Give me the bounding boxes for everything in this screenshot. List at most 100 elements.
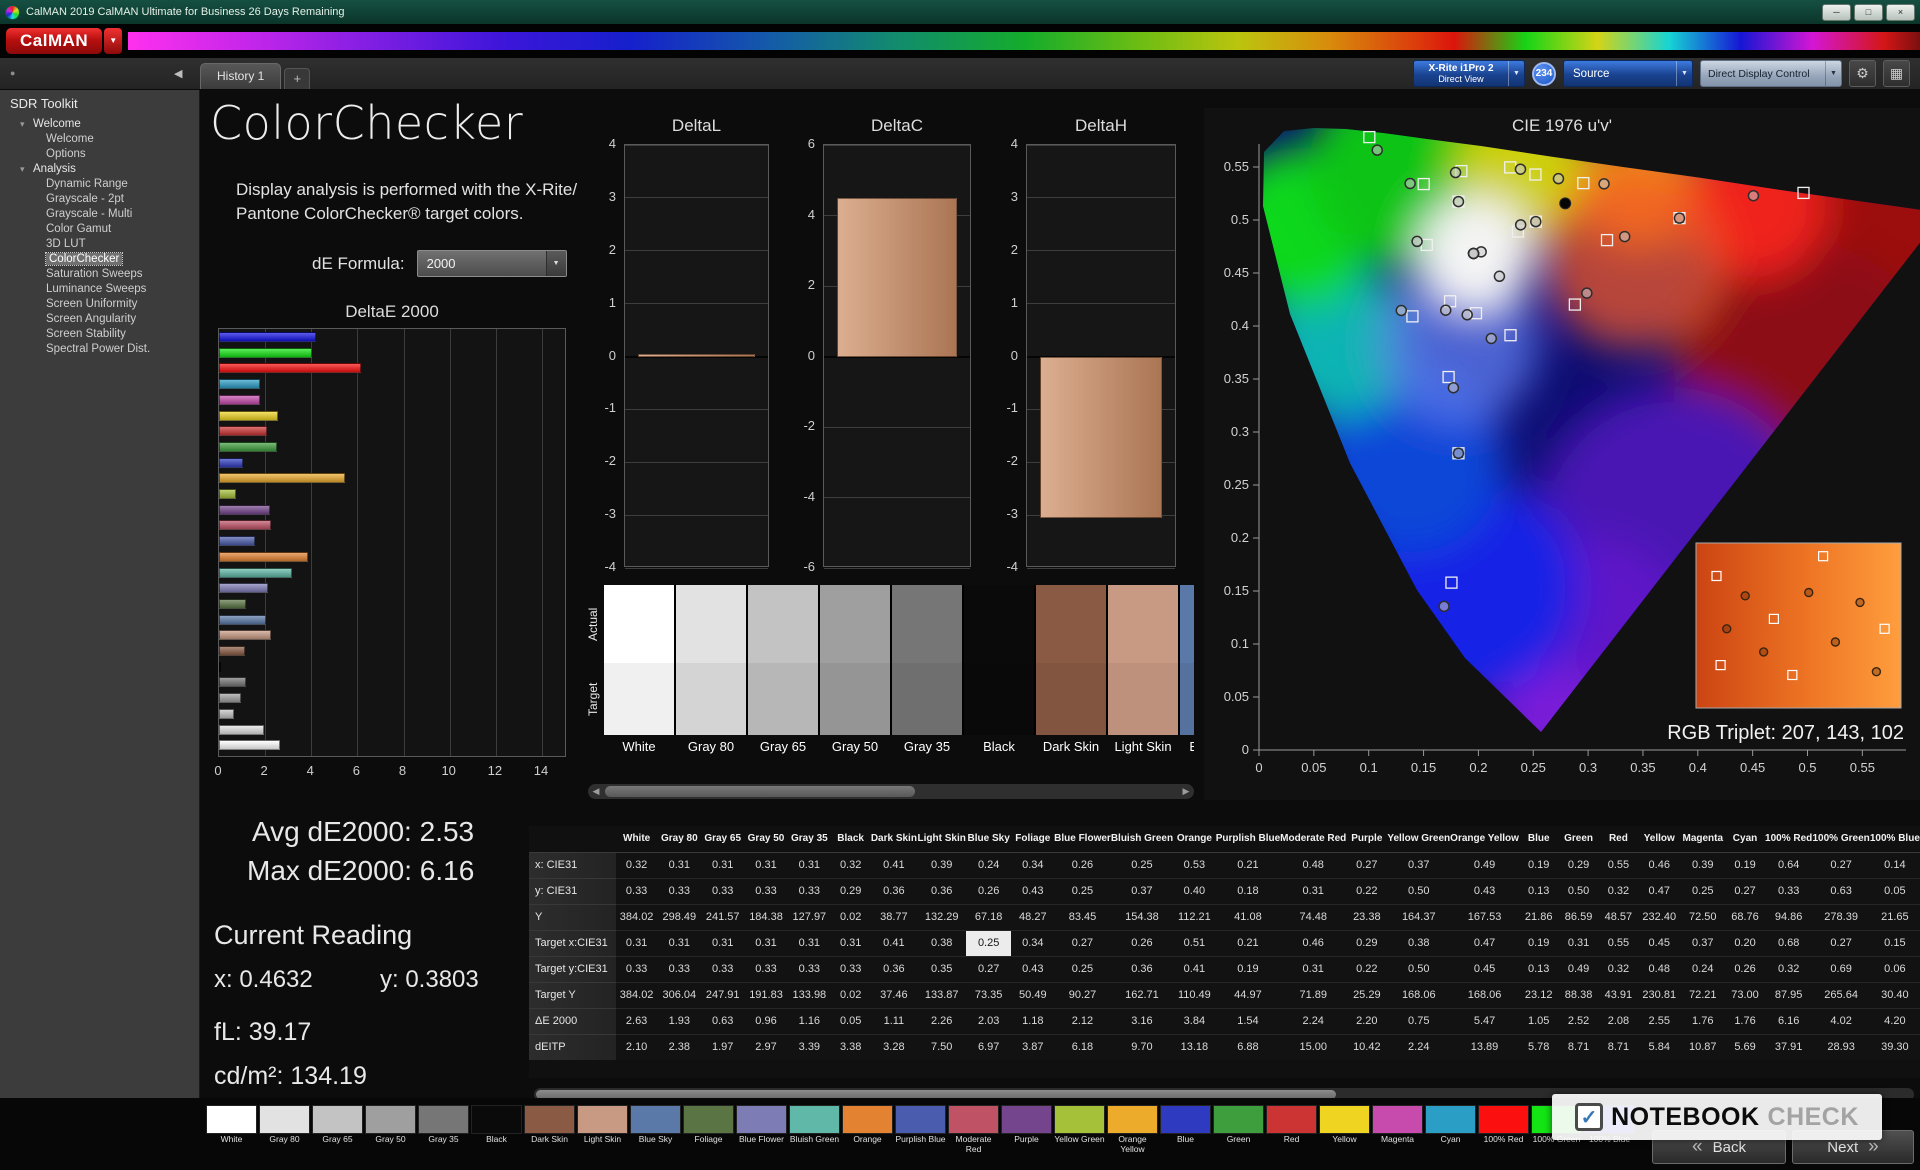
value-cell[interactable]: 0.31 xyxy=(657,929,701,956)
value-cell[interactable]: 21.65 xyxy=(1869,903,1920,930)
value-cell[interactable]: 0.13 xyxy=(1518,955,1559,982)
value-cell[interactable]: 2.12 xyxy=(1054,1007,1111,1034)
value-cell[interactable]: 15.00 xyxy=(1280,1033,1347,1060)
value-cell[interactable]: 0.19 xyxy=(1725,851,1765,878)
value-cell[interactable]: 0.22 xyxy=(1346,877,1388,904)
value-cell[interactable]: 164.37 xyxy=(1387,903,1451,930)
value-cell[interactable]: 0.31 xyxy=(744,929,788,956)
add-tab-button[interactable]: + xyxy=(284,68,311,89)
value-cell[interactable]: 0.32 xyxy=(1598,877,1639,904)
value-cell[interactable]: 0.35 xyxy=(917,955,966,982)
value-cell[interactable]: 0.49 xyxy=(1450,851,1519,878)
value-cell[interactable]: 9.70 xyxy=(1110,1033,1174,1060)
value-cell[interactable]: 0.34 xyxy=(1011,929,1055,956)
value-cell[interactable]: 384.02 xyxy=(615,981,658,1008)
value-cell[interactable]: 68.76 xyxy=(1725,903,1765,930)
value-cell[interactable]: 87.95 xyxy=(1764,981,1813,1008)
value-cell[interactable]: 88.38 xyxy=(1558,981,1599,1008)
value-cell[interactable]: 0.32 xyxy=(615,851,658,878)
value-cell[interactable]: 0.37 xyxy=(1680,929,1726,956)
value-cell[interactable]: 2.55 xyxy=(1638,1007,1681,1034)
sidebar-item-options[interactable]: Options xyxy=(0,147,199,162)
value-cell[interactable]: 4.02 xyxy=(1812,1007,1870,1034)
value-cell[interactable]: 6.18 xyxy=(1054,1033,1111,1060)
swatch-scrollbar-thumb[interactable] xyxy=(605,786,915,797)
value-cell[interactable]: 0.49 xyxy=(1558,955,1599,982)
value-cell[interactable]: 0.26 xyxy=(1725,955,1765,982)
value-cell[interactable]: 0.26 xyxy=(1110,929,1174,956)
value-cell[interactable]: 0.50 xyxy=(1558,877,1599,904)
value-cell[interactable]: 1.93 xyxy=(657,1007,701,1034)
value-cell[interactable]: 0.33 xyxy=(657,877,701,904)
sidebar-item-grayscale-2pt[interactable]: Grayscale - 2pt xyxy=(0,192,199,207)
sidebar-section-analysis[interactable]: ▾ Analysis xyxy=(0,162,199,177)
value-cell[interactable]: 0.55 xyxy=(1598,929,1639,956)
value-cell[interactable]: 0.25 xyxy=(1110,851,1174,878)
value-cell[interactable]: 1.16 xyxy=(787,1007,832,1034)
value-cell[interactable]: 0.33 xyxy=(787,877,832,904)
value-cell[interactable]: 86.59 xyxy=(1558,903,1599,930)
value-cell[interactable]: 154.38 xyxy=(1110,903,1174,930)
sidebar-item-welcome[interactable]: Welcome xyxy=(0,132,199,147)
value-cell[interactable]: 0.31 xyxy=(787,851,832,878)
sidebar-item-colorchecker[interactable]: ColorChecker xyxy=(0,252,199,267)
value-cell[interactable]: 8.71 xyxy=(1598,1033,1639,1060)
value-cell[interactable]: 232.40 xyxy=(1638,903,1681,930)
value-cell[interactable]: 0.33 xyxy=(787,955,832,982)
value-cell[interactable]: 67.18 xyxy=(965,903,1012,930)
value-cell[interactable]: 0.29 xyxy=(1346,929,1388,956)
value-cell[interactable]: 10.42 xyxy=(1346,1033,1388,1060)
value-cell[interactable]: 44.97 xyxy=(1215,981,1281,1008)
value-cell[interactable]: 0.21 xyxy=(1215,851,1281,878)
value-cell[interactable]: 0.06 xyxy=(1869,955,1920,982)
value-cell[interactable]: 0.50 xyxy=(1387,955,1451,982)
value-cell[interactable]: 13.18 xyxy=(1173,1033,1216,1060)
value-cell[interactable]: 0.63 xyxy=(1812,877,1870,904)
value-cell[interactable]: 23.38 xyxy=(1346,903,1388,930)
value-cell[interactable]: 112.21 xyxy=(1173,903,1216,930)
value-cell[interactable]: 0.29 xyxy=(1558,851,1599,878)
value-cell[interactable]: 0.33 xyxy=(615,877,658,904)
value-cell[interactable]: 0.14 xyxy=(1869,851,1920,878)
value-cell[interactable]: 2.08 xyxy=(1598,1007,1639,1034)
value-cell[interactable]: 2.10 xyxy=(615,1033,658,1060)
value-cell[interactable]: 38.77 xyxy=(870,903,918,930)
sidebar-item-screen-angularity[interactable]: Screen Angularity xyxy=(0,312,199,327)
value-cell[interactable]: 3.87 xyxy=(1011,1033,1055,1060)
value-cell[interactable]: 0.13 xyxy=(1518,877,1559,904)
value-cell[interactable]: 72.21 xyxy=(1680,981,1726,1008)
value-cell[interactable]: 0.21 xyxy=(1215,929,1281,956)
value-cell[interactable]: 1.76 xyxy=(1725,1007,1765,1034)
value-cell[interactable]: 83.45 xyxy=(1054,903,1111,930)
value-cell[interactable]: 384.02 xyxy=(615,903,658,930)
value-cell[interactable]: 1.05 xyxy=(1518,1007,1559,1034)
sidebar-section-welcome[interactable]: ▾ Welcome xyxy=(0,117,199,132)
value-cell[interactable]: 73.00 xyxy=(1725,981,1765,1008)
value-cell[interactable]: 0.64 xyxy=(1764,851,1813,878)
value-cell[interactable]: 4.20 xyxy=(1869,1007,1920,1034)
value-cell[interactable]: 191.83 xyxy=(744,981,788,1008)
value-cell[interactable]: 6.97 xyxy=(965,1033,1012,1060)
sidebar-collapse-icon[interactable]: ◀ xyxy=(174,67,182,80)
value-cell[interactable]: 5.78 xyxy=(1518,1033,1559,1060)
value-cell[interactable]: 0.41 xyxy=(1173,955,1216,982)
value-cell[interactable]: 0.36 xyxy=(917,877,966,904)
value-cell[interactable]: 0.33 xyxy=(744,877,788,904)
value-cell[interactable]: 0.33 xyxy=(744,955,788,982)
value-cell[interactable]: 2.24 xyxy=(1387,1033,1451,1060)
value-cell[interactable]: 7.50 xyxy=(917,1033,966,1060)
value-cell[interactable]: 168.06 xyxy=(1450,981,1519,1008)
value-cell[interactable]: 0.45 xyxy=(1638,929,1681,956)
meter-dropdown[interactable]: X-Rite i1Pro 2 Direct View ▼ xyxy=(1413,60,1525,87)
value-cell[interactable]: 0.46 xyxy=(1638,851,1681,878)
value-cell[interactable]: 74.48 xyxy=(1280,903,1347,930)
value-cell[interactable]: 90.27 xyxy=(1054,981,1111,1008)
value-cell[interactable]: 43.91 xyxy=(1598,981,1639,1008)
source-dropdown[interactable]: Source ▼ xyxy=(1563,60,1693,87)
value-cell[interactable]: 0.36 xyxy=(1110,955,1174,982)
value-cell[interactable]: 0.41 xyxy=(870,851,918,878)
value-cell[interactable]: 0.33 xyxy=(701,877,745,904)
value-cell[interactable]: 3.28 xyxy=(870,1033,918,1060)
value-cell[interactable]: 0.31 xyxy=(744,851,788,878)
value-cell[interactable]: 0.27 xyxy=(1812,929,1870,956)
